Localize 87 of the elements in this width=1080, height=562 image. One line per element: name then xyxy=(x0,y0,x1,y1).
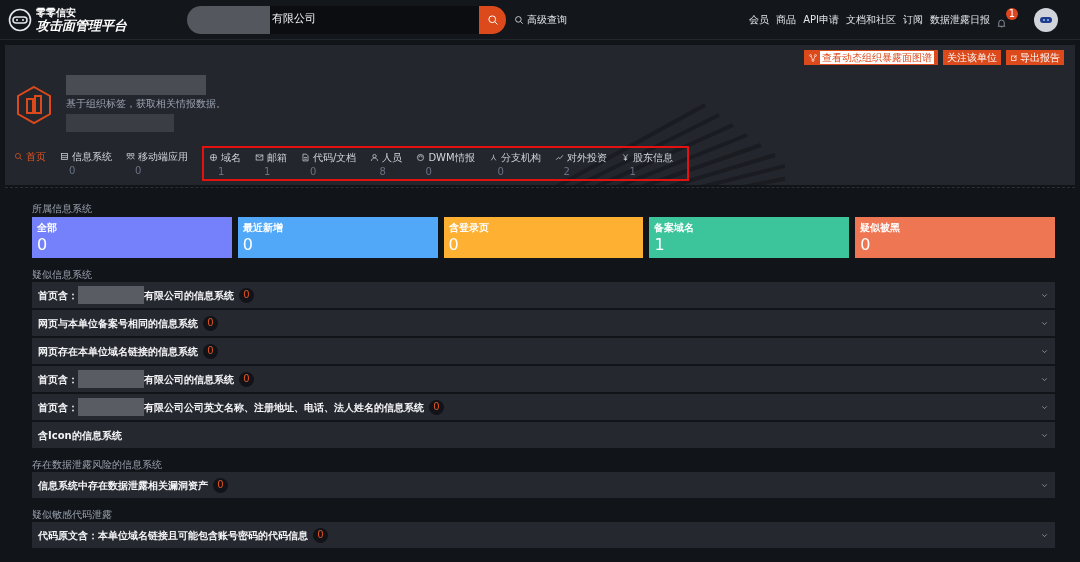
nav-tab[interactable]: 移动端应用 0 xyxy=(126,149,188,177)
stat-label: 含登录页 xyxy=(448,221,490,234)
stat-label: 最近新增 xyxy=(242,221,284,234)
nav-link[interactable]: 订阅 xyxy=(903,12,923,27)
robot-logo-icon xyxy=(8,7,32,32)
row-title-prefix: 首页含： xyxy=(38,400,78,415)
logo-subtitle: 零零信安 xyxy=(36,7,76,18)
count-badge: 0 xyxy=(313,527,328,543)
nav-link[interactable]: 文档和社区 xyxy=(846,12,896,27)
section-title: 存在数据泄露风险的信息系统 xyxy=(32,458,163,471)
nav-tab[interactable]: 代码/文档 0 xyxy=(301,150,357,178)
accordion-row[interactable]: 代码原文含：本单位域名链接且可能包含账号密码的代码信息 0 xyxy=(32,522,1055,548)
branch-icon xyxy=(488,153,498,162)
stat-label: 全部 xyxy=(37,221,58,234)
nav-tab[interactable]: 信息系统 0 xyxy=(60,149,112,177)
section-title: 所属信息系统 xyxy=(32,202,93,215)
row-title: 有限公司的信息系统 xyxy=(144,288,234,303)
row-title-prefix: 首页含： xyxy=(38,372,78,387)
nav-tab[interactable]: DWM情报 0 xyxy=(416,150,475,178)
accordion-row[interactable]: 首页含： 有限公司的信息系统 0 xyxy=(32,282,1055,308)
hero-subtitle: 基于组织标签，获取相关情报数据。 xyxy=(66,97,226,111)
person-icon xyxy=(370,153,380,162)
count-badge: 0 xyxy=(203,343,218,359)
action-button[interactable]: 导出报告 xyxy=(1006,50,1064,65)
nav-link[interactable]: 会员 xyxy=(749,12,770,27)
nav-link[interactable]: API申请 xyxy=(803,12,839,27)
stat-value: 0 xyxy=(37,237,49,253)
stat-label: 疑似被黑 xyxy=(860,221,902,234)
notification-badge: 1 xyxy=(1006,7,1018,20)
stat-value: 0 xyxy=(860,237,872,253)
search-icon xyxy=(14,152,23,161)
count-badge: 0 xyxy=(213,477,228,493)
notification-button[interactable]: 1 xyxy=(996,7,1018,32)
accordion-row[interactable]: 含Icon的信息系统 xyxy=(32,422,1055,448)
logo-title: 攻击面管理平台 xyxy=(36,18,127,32)
export-icon xyxy=(1010,53,1018,62)
count-badge: 0 xyxy=(239,287,254,303)
section-title: 疑似敏感代码泄露 xyxy=(32,508,113,521)
building-logo-icon xyxy=(14,85,54,125)
action-button[interactable]: 关注该单位 xyxy=(943,50,1001,65)
row-title: 含Icon的信息系统 xyxy=(38,428,122,443)
action-button[interactable]: 查看动态组织暴露面图谱 xyxy=(804,50,938,65)
accordion-row[interactable]: 网页与本单位备案号相同的信息系统 0 xyxy=(32,310,1055,336)
nav-tab[interactable]: 首页 xyxy=(14,149,46,177)
accordion-row[interactable]: 信息系统中存在数据泄露相关漏洞资产 0 xyxy=(32,472,1055,498)
search-icon xyxy=(486,13,499,26)
row-title: 网页与本单位备案号相同的信息系统 xyxy=(38,316,198,331)
count-badge: 0 xyxy=(429,399,444,415)
globe-icon xyxy=(209,153,218,162)
stat-value: 0 xyxy=(448,237,460,253)
nav-tab[interactable]: 股东信息 1 xyxy=(620,150,673,178)
yen-icon xyxy=(620,153,630,162)
nav-link[interactable]: 商品 xyxy=(776,12,797,27)
document-icon xyxy=(301,153,310,162)
trend-line-icon xyxy=(554,153,564,162)
nav-tab[interactable]: 域名 1 xyxy=(209,150,241,178)
table-icon xyxy=(60,152,69,161)
row-title: 代码原文含：本单位域名链接且可能包含账号密码的代码信息 xyxy=(38,528,308,543)
row-title: 网页存在本单位域名链接的信息系统 xyxy=(38,344,198,359)
accordion-row[interactable]: 首页含： 有限公司的信息系统 0 xyxy=(32,366,1055,392)
circle-icon xyxy=(416,153,426,162)
avatar[interactable] xyxy=(1034,7,1058,32)
section-title: 疑似信息系统 xyxy=(32,268,93,281)
nav-tab[interactable]: 人员 8 xyxy=(370,150,403,178)
row-title: 有限公司的信息系统 xyxy=(144,372,234,387)
count-badge: 0 xyxy=(203,315,218,331)
nav-link[interactable]: 数据泄露日报 xyxy=(930,12,990,27)
row-title: 有限公司公司英文名称、注册地址、电话、法人姓名的信息系统 xyxy=(144,400,424,415)
stat-value: 1 xyxy=(654,237,666,253)
app-icon xyxy=(126,152,135,161)
accordion-row[interactable]: 网页存在本单位域名链接的信息系统 0 xyxy=(32,338,1055,364)
network-icon xyxy=(808,52,818,63)
row-title: 信息系统中存在数据泄露相关漏洞资产 xyxy=(38,478,208,493)
nav-tab[interactable]: 邮箱 1 xyxy=(255,150,287,178)
row-title-prefix: 首页含： xyxy=(38,288,78,303)
advanced-search-link[interactable]: 高级查询 xyxy=(514,12,567,27)
nav-tab[interactable]: 分支机构 0 xyxy=(488,150,541,178)
stat-label: 备案域名 xyxy=(654,221,696,234)
envelope-icon xyxy=(255,153,264,162)
bell-icon xyxy=(996,17,1007,29)
stat-value: 0 xyxy=(242,237,254,253)
search-button[interactable] xyxy=(479,5,506,34)
accordion-row[interactable]: 首页含： 有限公司公司英文名称、注册地址、电话、法人姓名的信息系统 0 xyxy=(32,394,1055,420)
nav-tab[interactable]: 对外投资 2 xyxy=(554,150,607,178)
count-badge: 0 xyxy=(239,371,254,387)
search-icon xyxy=(514,14,524,25)
search-field[interactable]: 有限公司 xyxy=(187,5,479,34)
